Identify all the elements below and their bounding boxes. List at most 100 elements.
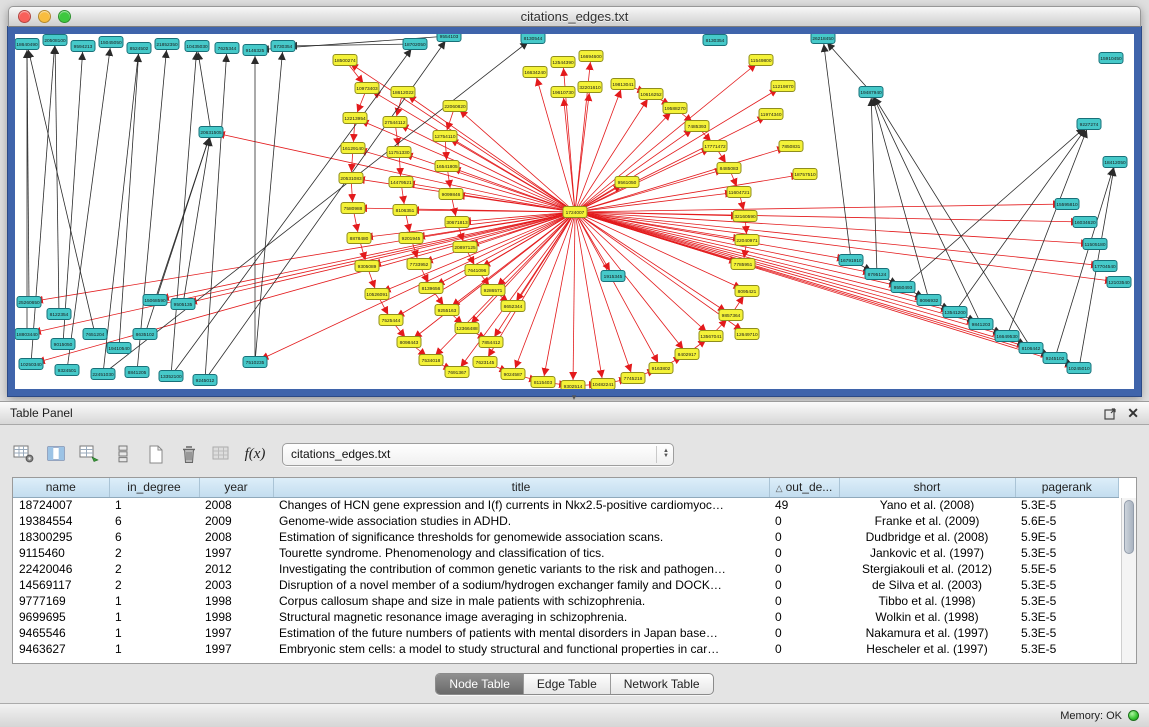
cell-pagerank[interactable]: 5.3E-5 — [1015, 593, 1119, 609]
graph-node[interactable]: 8139656 — [419, 283, 443, 294]
graph-node[interactable]: 9024587 — [501, 369, 525, 380]
cell-pagerank[interactable]: 5.6E-5 — [1015, 513, 1119, 529]
graph-node[interactable]: 7525444 — [379, 315, 403, 326]
cell-short[interactable]: Yano et al. (2008) — [839, 497, 1015, 513]
graph-node[interactable]: 9554103 — [437, 34, 461, 42]
graph-node[interactable]: 9201945 — [399, 233, 423, 244]
graph-node[interactable]: 8106442 — [1019, 343, 1043, 354]
close-panel-icon[interactable]: ✕ — [1127, 406, 1139, 420]
graph-node[interactable]: 7651204 — [83, 329, 107, 340]
graph-node[interactable]: 13567041 — [699, 331, 723, 342]
graph-node[interactable]: 8485083 — [717, 163, 741, 174]
cell-year[interactable]: 1997 — [199, 641, 273, 657]
cell-short[interactable]: Franke et al. (2009) — [839, 513, 1015, 529]
minimize-window-button[interactable] — [38, 10, 51, 23]
graph-node[interactable]: 26218450 — [811, 34, 835, 44]
graph-node[interactable]: 14479521 — [389, 177, 413, 188]
graph-node[interactable]: 21852350 — [155, 39, 179, 50]
graph-node[interactable]: 16791910 — [839, 255, 863, 266]
cell-year[interactable]: 1998 — [199, 593, 273, 609]
cell-short[interactable]: Wolkin et al. (1998) — [839, 609, 1015, 625]
create-column-button[interactable] — [78, 443, 102, 465]
graph-node[interactable]: 32160590 — [733, 211, 757, 222]
graph-node[interactable]: 9255163 — [435, 305, 459, 316]
graph-node[interactable]: 10482241 — [591, 379, 615, 390]
cell-name[interactable]: 19384554 — [13, 513, 109, 529]
cell-name[interactable]: 18724007 — [13, 497, 109, 513]
graph-node[interactable]: 19610730 — [551, 87, 575, 98]
cell-title[interactable]: Tourette syndrome. Phenomenology and cla… — [273, 545, 769, 561]
graph-edge[interactable] — [283, 44, 415, 46]
table-row[interactable]: 946554611997Estimation of the future num… — [13, 625, 1119, 641]
table-scrollbar-thumb[interactable] — [1124, 500, 1134, 554]
graph-node[interactable]: 7534018 — [419, 355, 443, 366]
cell-pagerank[interactable]: 5.5E-5 — [1015, 561, 1119, 577]
graph-node[interactable]: 8635102 — [133, 329, 157, 340]
column-header-name[interactable]: name — [13, 478, 109, 497]
cell-pagerank[interactable]: 5.3E-5 — [1015, 497, 1119, 513]
graph-edge[interactable] — [183, 132, 211, 304]
float-panel-icon[interactable] — [1104, 407, 1117, 420]
function-builder-button[interactable]: f(x) — [243, 443, 267, 465]
graph-node[interactable]: 9227274 — [1077, 119, 1101, 130]
graph-edge[interactable] — [575, 56, 591, 212]
close-window-button[interactable] — [18, 10, 31, 23]
graph-node[interactable]: 10526091 — [365, 289, 389, 300]
graph-edge[interactable] — [477, 212, 575, 270]
tab-node-table[interactable]: Node Table — [436, 674, 523, 694]
table-row[interactable]: 1830029562008Estimation of significance … — [13, 529, 1119, 545]
graph-node[interactable]: 12649710 — [735, 329, 759, 340]
graph-node[interactable]: 1915345 — [601, 271, 625, 282]
graph-node[interactable]: 11505180 — [1083, 239, 1107, 250]
graph-node[interactable]: 10616252 — [639, 89, 663, 100]
graph-node[interactable]: 8841205 — [125, 367, 149, 378]
graph-node[interactable]: 11219870 — [771, 81, 795, 92]
cell-short[interactable]: Stergiakouli et al. (2012) — [839, 561, 1015, 577]
graph-node[interactable]: 20508100 — [43, 35, 67, 46]
graph-node[interactable]: 13541200 — [943, 307, 967, 318]
graph-node[interactable]: 19487940 — [859, 87, 883, 98]
graph-node[interactable]: 10245010 — [1067, 363, 1091, 374]
cell-pagerank[interactable]: 5.3E-5 — [1015, 641, 1119, 657]
table-row[interactable]: 911546021997Tourette syndrome. Phenomeno… — [13, 545, 1119, 561]
graph-edge[interactable] — [575, 212, 633, 378]
cell-indegree[interactable]: 2 — [109, 577, 199, 593]
graph-node[interactable]: 22451030 — [91, 369, 115, 380]
graph-node[interactable]: 27544112 — [383, 117, 407, 128]
graph-edge[interactable] — [119, 48, 139, 348]
row-options-button[interactable] — [111, 443, 135, 465]
graph-node[interactable]: 8524502 — [127, 43, 151, 54]
cell-year[interactable]: 2008 — [199, 529, 273, 545]
graph-node[interactable]: 16649530 — [995, 331, 1019, 342]
graph-node[interactable]: 9841203 — [969, 319, 993, 330]
graph-edge[interactable] — [575, 212, 1079, 368]
cell-year[interactable]: 1998 — [199, 609, 273, 625]
graph-node[interactable]: 16634240 — [523, 67, 547, 78]
graph-edge[interactable] — [575, 146, 791, 212]
cell-year[interactable]: 2012 — [199, 561, 273, 577]
graph-node[interactable]: 12103540 — [1107, 277, 1131, 288]
graph-edge[interactable] — [955, 124, 1089, 312]
cell-indegree[interactable]: 1 — [109, 641, 199, 657]
graph-node[interactable]: 19813041 — [611, 79, 635, 90]
graph-edge[interactable] — [575, 212, 687, 354]
graph-edge[interactable] — [447, 166, 575, 212]
cell-year[interactable]: 2003 — [199, 577, 273, 593]
graph-edge[interactable] — [67, 42, 111, 370]
graph-node[interactable]: 11974340 — [759, 109, 783, 120]
cell-title[interactable]: Investigating the contribution of common… — [273, 561, 769, 577]
graph-edge[interactable] — [455, 106, 575, 212]
graph-node[interactable]: 7485393 — [685, 121, 709, 132]
graph-edge[interactable] — [205, 48, 227, 380]
graph-edge[interactable] — [63, 46, 83, 344]
cell-outde[interactable]: 0 — [769, 561, 839, 577]
cell-short[interactable]: Nakamura et al. (1997) — [839, 625, 1015, 641]
graph-node[interactable]: 13352100 — [159, 371, 183, 382]
cell-pagerank[interactable]: 5.3E-5 — [1015, 545, 1119, 561]
graph-node[interactable]: 20631505 — [199, 127, 223, 138]
graph-edge[interactable] — [355, 118, 575, 212]
graph-edge[interactable] — [171, 44, 415, 376]
graph-node[interactable]: 18757510 — [793, 169, 817, 180]
graph-node[interactable]: 11751330 — [387, 147, 411, 158]
graph-edge[interactable] — [563, 92, 575, 212]
